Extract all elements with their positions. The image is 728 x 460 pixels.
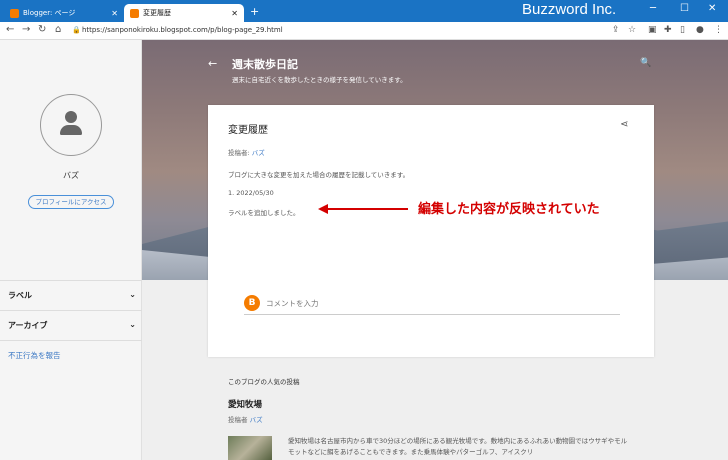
chevron-down-icon: ⌄	[129, 320, 136, 329]
post-date-entry: 1. 2022/05/30	[228, 189, 274, 197]
blog-description: 週末に自宅近くを散歩したときの様子を発信していきます。	[232, 76, 407, 84]
visit-profile-button[interactable]: プロフィールにアクセス	[28, 195, 114, 209]
sidebar: バズ プロフィールにアクセス ラベル ⌄ アーカイブ ⌄ 不正行為を報告	[0, 40, 142, 460]
maximize-icon[interactable]: ☐	[680, 3, 689, 14]
bookmark-star-icon[interactable]: ☆	[628, 25, 636, 35]
popular-posts-heading: このブログの人気の投稿	[228, 378, 300, 386]
share-page-icon[interactable]: ⇪	[612, 25, 620, 35]
annotation-arrow-line	[326, 208, 408, 210]
menu-dots-icon[interactable]: ⋮	[714, 25, 723, 35]
chevron-down-icon: ⌄	[129, 290, 136, 299]
author-prefix: 投稿者	[228, 416, 248, 424]
tab-blogger-pages[interactable]: Blogger: ページ ✕	[4, 4, 124, 22]
popular-post-title[interactable]: 愛知牧場	[228, 398, 262, 410]
browser-titlebar: Blogger: ページ ✕ 変更履歴 ✕ + Buzzword Inc. ─ …	[0, 0, 728, 22]
divider	[0, 310, 142, 311]
avatar[interactable]	[40, 94, 102, 156]
report-abuse-link[interactable]: 不正行為を報告	[8, 350, 61, 361]
url-field[interactable]: https://sanponokiroku.blogspot.com/p/blo…	[82, 26, 283, 34]
post-body: ブログに大きな変更を加えた場合の履歴を記載していきます。	[228, 171, 410, 179]
popular-post-author: 投稿者 バズ	[228, 414, 263, 424]
post-title: 変更履歴	[228, 125, 268, 136]
lock-icon[interactable]: 🔒	[72, 26, 81, 34]
author-link[interactable]: バズ	[252, 149, 265, 157]
post-card: 変更履歴 ⋖ 投稿者: バズ ブログに大きな変更を加えた場合の履歴を記載していき…	[208, 105, 654, 357]
sidebar-item-labels[interactable]: ラベル ⌄	[8, 290, 136, 301]
post-author: 投稿者: バズ	[228, 147, 265, 157]
brand-label: Buzzword Inc.	[522, 1, 617, 18]
blogger-favicon-icon	[130, 8, 139, 18]
divider	[0, 340, 142, 341]
blogger-icon: B	[244, 295, 260, 311]
popular-post-thumbnail[interactable]	[228, 436, 272, 460]
comment-box[interactable]: B コメントを入力	[244, 293, 620, 315]
sidebar-item-label: アーカイブ	[8, 321, 48, 330]
back-icon[interactable]: ←	[6, 24, 14, 35]
share-icon[interactable]: ⋖	[620, 119, 628, 130]
extension-icon[interactable]: ▣	[648, 25, 657, 35]
person-icon	[65, 111, 77, 123]
author-prefix: 投稿者:	[228, 149, 250, 157]
close-icon[interactable]: ✕	[231, 9, 238, 18]
puzzle-icon[interactable]: ✚	[664, 25, 672, 35]
close-icon[interactable]: ✕	[111, 9, 118, 18]
blogger-favicon-icon	[10, 8, 19, 18]
forward-icon[interactable]: →	[22, 24, 30, 35]
new-tab-icon[interactable]: +	[250, 5, 259, 18]
popular-post-excerpt: 愛知牧場は名古屋市内から車で30分ほどの場所にある観光牧場です。敷地内にあるふれ…	[288, 437, 628, 456]
minimize-icon[interactable]: ─	[650, 3, 656, 14]
person-body	[60, 125, 82, 135]
tab-label: Blogger: ページ	[23, 9, 76, 17]
sidebar-item-label: ラベル	[8, 291, 32, 300]
close-window-icon[interactable]: ✕	[708, 3, 716, 14]
blog-title[interactable]: 週末散歩日記	[232, 56, 298, 72]
page: バズ プロフィールにアクセス ラベル ⌄ アーカイブ ⌄ 不正行為を報告 ← 週…	[0, 40, 728, 460]
tab-label: 変更履歴	[143, 9, 171, 17]
profile-icon[interactable]: ●	[696, 25, 704, 35]
author-link[interactable]: バズ	[250, 416, 263, 424]
address-bar: ← → ↻ ⌂ 🔒 https://sanponokiroku.blogspot…	[0, 22, 728, 40]
back-arrow-icon[interactable]: ←	[208, 57, 217, 70]
comment-input[interactable]: コメントを入力	[266, 298, 319, 309]
reload-icon[interactable]: ↻	[38, 24, 46, 35]
annotation-text: 編集した内容が反映されていた	[418, 202, 600, 217]
tab-change-history[interactable]: 変更履歴 ✕	[124, 4, 244, 22]
sidepanel-icon[interactable]: ▯	[680, 25, 685, 35]
search-icon[interactable]: 🔍	[640, 58, 651, 68]
post-note: ラベルを追加しました。	[228, 209, 300, 217]
divider	[0, 280, 142, 281]
sidebar-item-archive[interactable]: アーカイブ ⌄	[8, 320, 136, 331]
profile-name: バズ	[63, 171, 79, 180]
home-icon[interactable]: ⌂	[55, 24, 61, 35]
